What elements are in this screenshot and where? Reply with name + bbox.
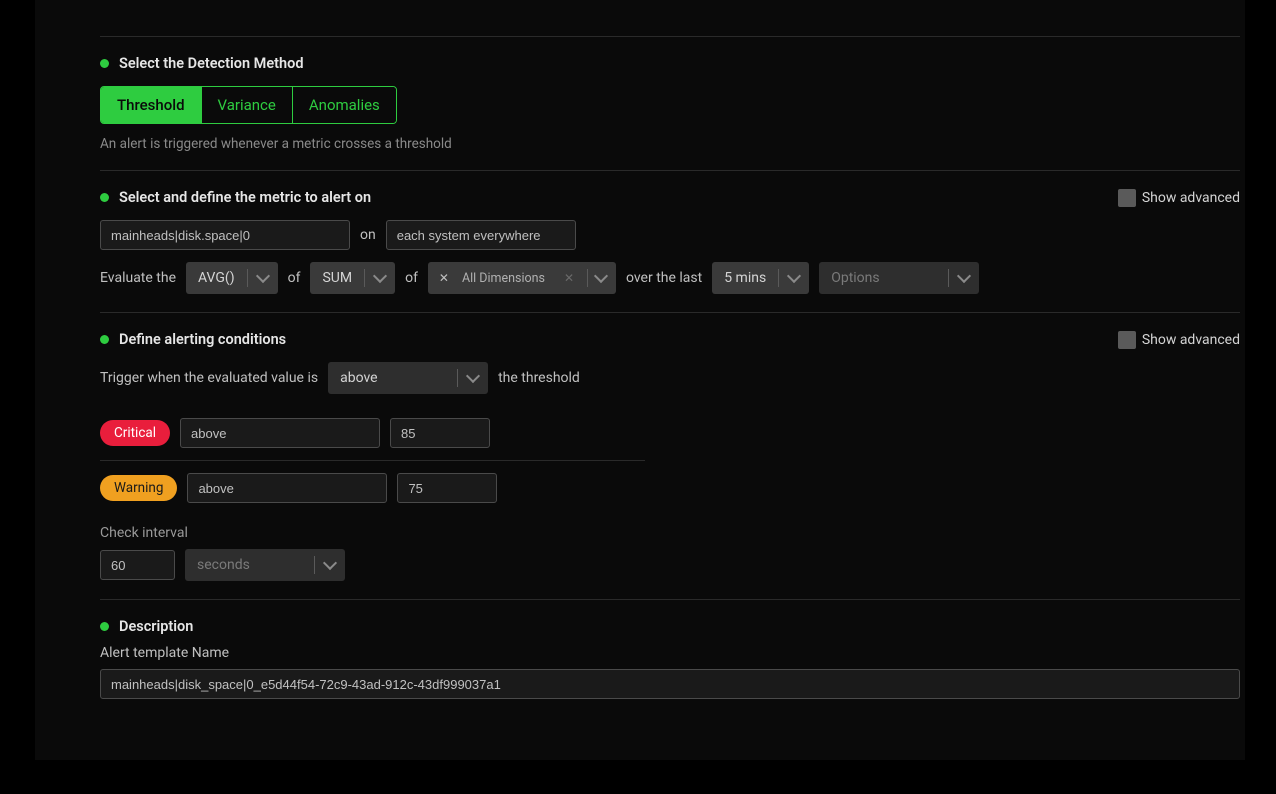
divider-icon xyxy=(948,269,949,287)
template-name-input[interactable] xyxy=(100,669,1240,699)
window-select[interactable]: 5 mins xyxy=(712,262,809,294)
show-advanced-label: Show advanced xyxy=(1142,190,1240,206)
of-label-2: of xyxy=(405,270,418,286)
over-label: over the last xyxy=(626,270,702,286)
interval-value-input[interactable] xyxy=(100,550,175,580)
section-conditions: Define alerting conditions Show advanced… xyxy=(100,312,1240,599)
interval-label: Check interval xyxy=(100,525,1240,541)
divider-icon xyxy=(457,369,458,387)
section-metric: Select and define the metric to alert on… xyxy=(100,170,1240,312)
critical-op-input[interactable] xyxy=(180,418,380,448)
chevron-down-icon xyxy=(787,271,801,285)
close-icon[interactable] xyxy=(436,270,452,286)
warning-op-input[interactable] xyxy=(187,473,387,503)
section-detection-method: Select the Detection Method Threshold Va… xyxy=(100,36,1240,170)
divider-icon xyxy=(247,269,248,287)
detection-hint: An alert is triggered whenever a metric … xyxy=(100,136,1240,152)
metric-input[interactable] xyxy=(100,220,350,250)
evaluate-label: Evaluate the xyxy=(100,270,176,286)
show-advanced-label: Show advanced xyxy=(1142,332,1240,348)
trigger-prefix: Trigger when the evaluated value is xyxy=(100,370,318,386)
scope-input[interactable] xyxy=(386,220,576,250)
divider-icon xyxy=(587,269,588,287)
options-select[interactable]: Options xyxy=(819,262,979,294)
interval-unit-select[interactable]: seconds xyxy=(185,549,345,581)
agg2-value: SUM xyxy=(322,270,352,286)
show-advanced-metric[interactable]: Show advanced xyxy=(1118,189,1240,207)
direction-value: above xyxy=(340,370,377,386)
conditions-title: Define alerting conditions xyxy=(119,331,286,348)
on-label: on xyxy=(360,227,376,243)
chevron-down-icon xyxy=(323,558,337,572)
divider-icon xyxy=(778,269,779,287)
tab-anomalies[interactable]: Anomalies xyxy=(293,87,396,123)
warning-value-input[interactable] xyxy=(397,473,497,503)
warning-row: Warning xyxy=(100,461,645,515)
status-dot-icon xyxy=(100,622,109,631)
section-description: Description Alert template Name xyxy=(100,599,1240,717)
options-placeholder: Options xyxy=(831,270,879,286)
chevron-down-icon xyxy=(466,371,480,385)
checkbox-icon[interactable] xyxy=(1118,331,1136,349)
chevron-down-icon xyxy=(957,271,971,285)
description-title: Description xyxy=(119,618,193,635)
template-name-label: Alert template Name xyxy=(100,645,1240,661)
agg1-value: AVG() xyxy=(198,270,235,286)
aggregation-inner-select[interactable]: SUM xyxy=(310,262,395,294)
dims-value: All Dimensions xyxy=(462,271,555,286)
window-value: 5 mins xyxy=(724,270,766,286)
trigger-suffix: the threshold xyxy=(498,370,580,386)
clear-icon[interactable] xyxy=(561,270,577,286)
interval-unit-value: seconds xyxy=(197,557,250,573)
checkbox-icon[interactable] xyxy=(1118,189,1136,207)
show-advanced-conditions[interactable]: Show advanced xyxy=(1118,331,1240,349)
divider-icon xyxy=(364,269,365,287)
tab-variance[interactable]: Variance xyxy=(202,87,293,123)
metric-title: Select and define the metric to alert on xyxy=(119,189,371,206)
alert-config-panel: Select the Detection Method Threshold Va… xyxy=(35,0,1245,760)
critical-value-input[interactable] xyxy=(390,418,490,448)
critical-row: Critical xyxy=(100,406,645,461)
status-dot-icon xyxy=(100,193,109,202)
aggregation-outer-select[interactable]: AVG() xyxy=(186,262,278,294)
detection-title: Select the Detection Method xyxy=(119,55,303,72)
tab-threshold[interactable]: Threshold xyxy=(101,87,202,123)
critical-badge: Critical xyxy=(100,420,170,446)
direction-select[interactable]: above xyxy=(328,362,488,394)
dimensions-select[interactable]: All Dimensions xyxy=(428,262,616,294)
chevron-down-icon xyxy=(256,271,270,285)
of-label-1: of xyxy=(288,270,301,286)
detection-tabs: Threshold Variance Anomalies xyxy=(100,86,397,124)
chevron-down-icon xyxy=(594,271,608,285)
chevron-down-icon xyxy=(373,271,387,285)
divider-icon xyxy=(314,556,315,574)
warning-badge: Warning xyxy=(100,475,177,501)
status-dot-icon xyxy=(100,59,109,68)
status-dot-icon xyxy=(100,335,109,344)
